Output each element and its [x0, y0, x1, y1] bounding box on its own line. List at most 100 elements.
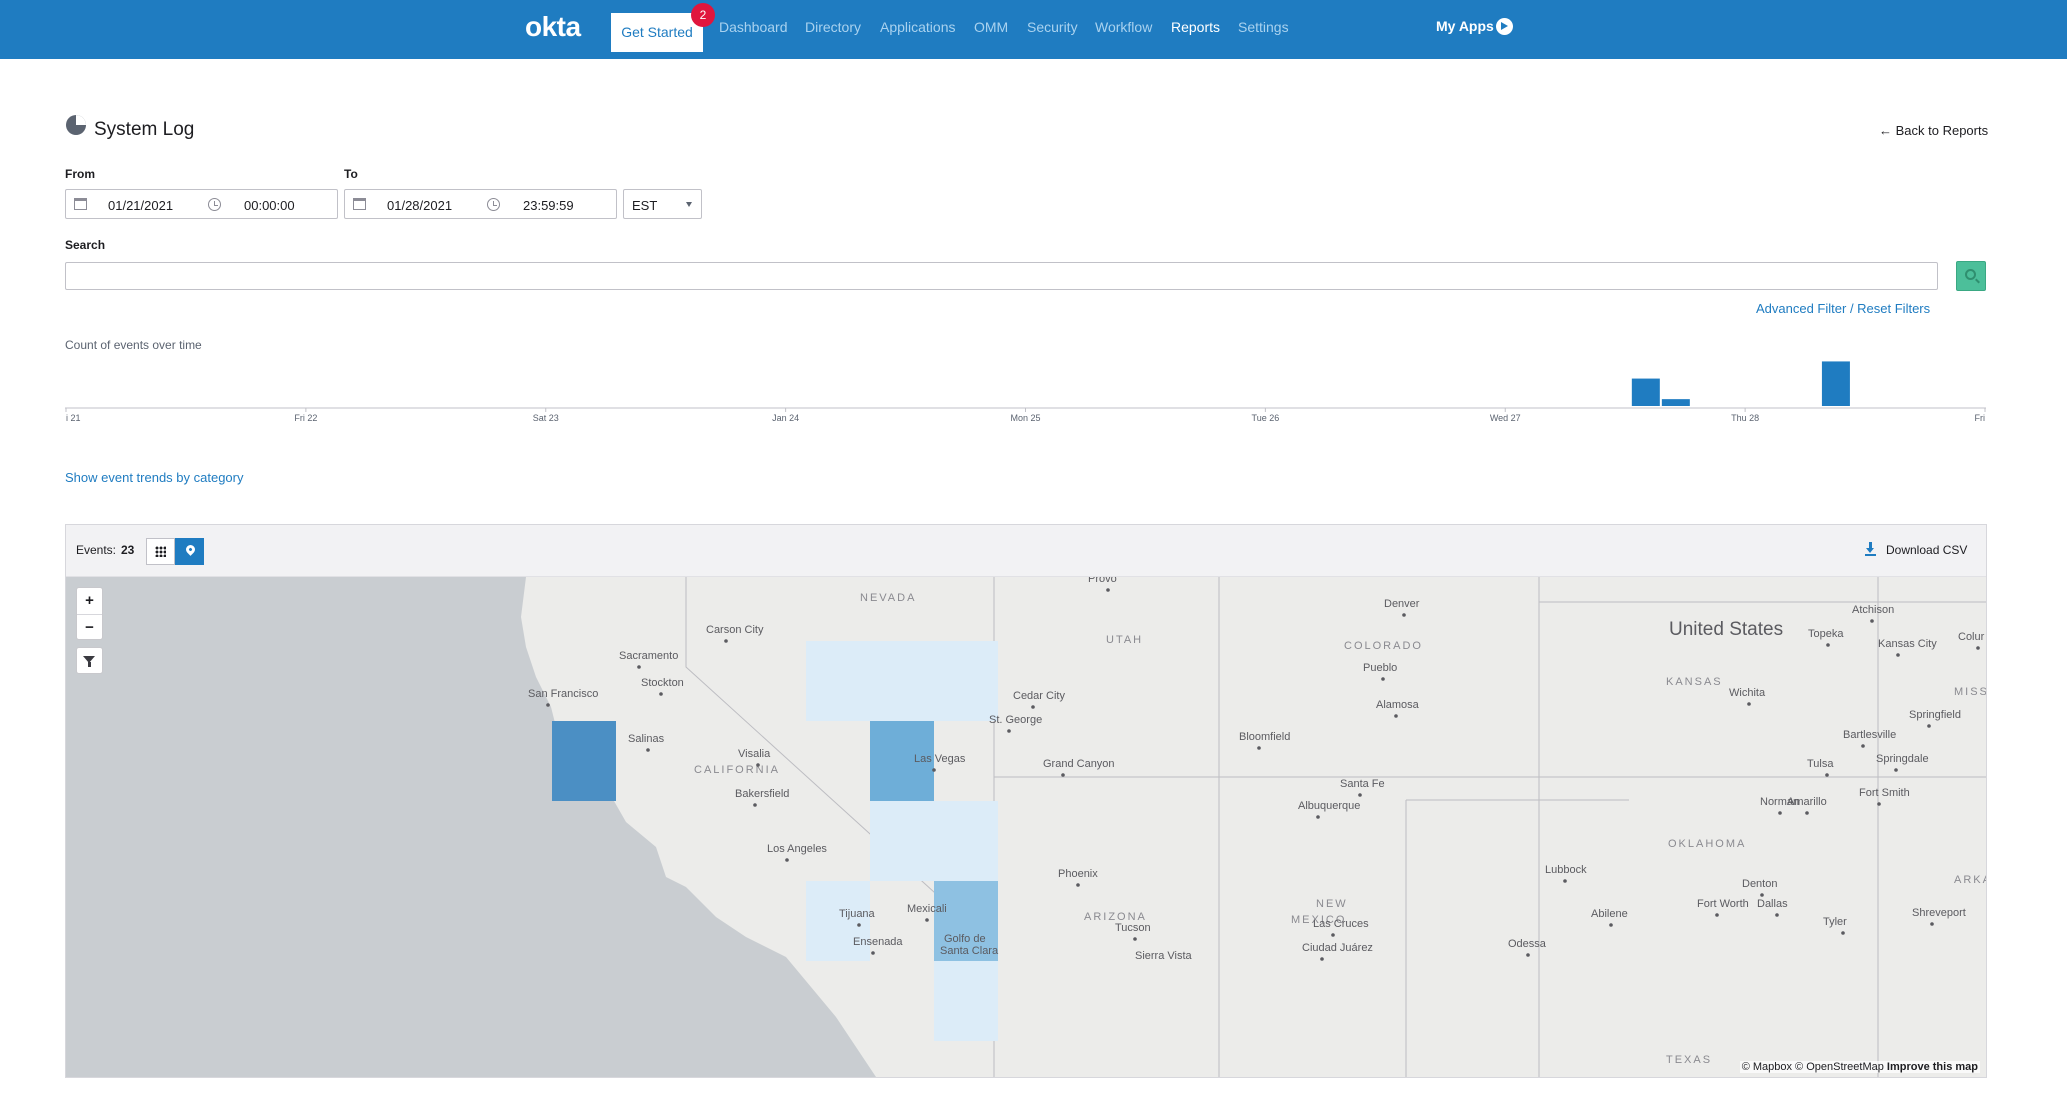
- calendar-icon: [74, 198, 87, 210]
- city-dot: [637, 665, 641, 669]
- city-label: Tulsa: [1807, 758, 1834, 770]
- histogram-tick-label: Sat 23: [533, 413, 559, 423]
- nav-dashboard[interactable]: Dashboard: [719, 19, 788, 35]
- heat-cell[interactable]: [934, 961, 998, 1041]
- event-map[interactable]: NEVADA UTAH COLORADO KANSAS MISSOU CALIFORNIA…: [66, 577, 1986, 1077]
- city-label: Ensenada: [853, 936, 903, 948]
- city-dot: [1826, 643, 1830, 647]
- city-dot: [1775, 913, 1779, 917]
- map-view-button[interactable]: [175, 538, 204, 565]
- city-label: Los Angeles: [767, 843, 827, 855]
- from-label: From: [65, 167, 95, 181]
- city-dot: [1257, 746, 1261, 750]
- city-label: Cedar City: [1013, 690, 1065, 702]
- table-view-button[interactable]: [146, 538, 175, 565]
- city-dot: [724, 639, 728, 643]
- city-label: Bakersfield: [735, 788, 789, 800]
- city-dot: [785, 858, 789, 862]
- from-date-value[interactable]: 01/21/2021: [108, 198, 173, 213]
- zoom-in-button[interactable]: +: [77, 588, 102, 614]
- city-label: Provo: [1088, 577, 1117, 585]
- map-filter-button[interactable]: [76, 647, 103, 674]
- city-dot: [871, 951, 875, 955]
- city-dot: [1402, 613, 1406, 617]
- attribution-text[interactable]: © Mapbox © OpenStreetMap: [1742, 1061, 1884, 1073]
- to-date-value[interactable]: 01/28/2021: [387, 198, 452, 213]
- heat-cell[interactable]: [870, 801, 934, 881]
- city-dot: [1760, 893, 1764, 897]
- search-button[interactable]: [1956, 261, 1986, 291]
- city-dot: [1877, 802, 1881, 806]
- reset-filters-link[interactable]: Reset Filters: [1857, 301, 1930, 316]
- map-canvas[interactable]: NEVADA UTAH COLORADO KANSAS MISSOU CALIFORNIA…: [66, 577, 1986, 1077]
- histogram-bar[interactable]: [1821, 361, 1850, 406]
- city-label: Mexicali: [907, 903, 947, 915]
- nav-workflow[interactable]: Workflow: [1095, 19, 1152, 35]
- city-dot: [753, 803, 757, 807]
- get-started-button[interactable]: Get Started: [611, 13, 703, 52]
- zoom-control: + −: [76, 587, 103, 640]
- show-event-trends-link[interactable]: Show event trends by category: [65, 470, 244, 485]
- histogram-bar[interactable]: [1661, 399, 1690, 406]
- histogram-bar[interactable]: [1631, 378, 1660, 406]
- city-label: Lubbock: [1545, 864, 1587, 876]
- timezone-value: EST: [632, 198, 658, 213]
- city-dot: [1930, 922, 1934, 926]
- top-nav: okta Get Started 2 Dashboard Directory A…: [0, 0, 2067, 59]
- city-dot: [1825, 773, 1829, 777]
- city-dot: [932, 768, 936, 772]
- nav-settings[interactable]: Settings: [1238, 19, 1289, 35]
- nav-reports[interactable]: Reports: [1171, 19, 1220, 35]
- nav-directory[interactable]: Directory: [805, 19, 861, 35]
- back-to-reports-link[interactable]: ← Back to Reports: [1879, 123, 1988, 138]
- to-datetime-field[interactable]: 01/28/2021 23:59:59: [344, 189, 617, 219]
- nav-security[interactable]: Security: [1027, 19, 1078, 35]
- state-label: ARKAN: [1954, 874, 1986, 886]
- advanced-filter-link[interactable]: Advanced Filter: [1756, 301, 1846, 316]
- city-label: Golfo de: [944, 933, 986, 945]
- heat-cell[interactable]: [870, 641, 934, 721]
- heat-cell[interactable]: [934, 641, 998, 721]
- city-label: Pueblo: [1363, 662, 1397, 674]
- city-dot: [925, 918, 929, 922]
- heat-cell[interactable]: [806, 881, 870, 961]
- city-label: Fort Worth: [1697, 898, 1749, 910]
- improve-map-link[interactable]: Improve this map: [1887, 1061, 1978, 1073]
- search-label: Search: [65, 238, 106, 252]
- download-icon-base: [1865, 554, 1876, 556]
- city-label: Grand Canyon: [1043, 758, 1115, 770]
- city-dot: [1870, 619, 1874, 623]
- heat-cell[interactable]: [934, 801, 998, 881]
- nav-applications[interactable]: Applications: [880, 19, 956, 35]
- search-input[interactable]: [65, 262, 1938, 290]
- city-label: Santa Fe: [1340, 778, 1385, 790]
- my-apps-link[interactable]: My Apps: [1436, 18, 1494, 34]
- city-dot: [1320, 957, 1324, 961]
- city-label: Tyler: [1823, 916, 1847, 928]
- histogram-tick-label: Mon 25: [1010, 413, 1040, 423]
- from-time-value[interactable]: 00:00:00: [244, 198, 295, 213]
- city-label: Las Vegas: [914, 753, 966, 765]
- city-label: Denton: [1742, 878, 1777, 890]
- heat-cell[interactable]: [806, 641, 870, 721]
- to-time-value[interactable]: 23:59:59: [523, 198, 574, 213]
- city-dot: [546, 703, 550, 707]
- city-label: Topeka: [1808, 628, 1844, 640]
- arrow-circle-right-icon[interactable]: [1496, 18, 1513, 35]
- heat-cell[interactable]: [552, 721, 616, 801]
- okta-logo[interactable]: okta: [525, 11, 581, 43]
- state-label: NEVADA: [860, 592, 916, 604]
- events-label: Events:: [76, 543, 117, 557]
- grid-icon: [155, 546, 166, 557]
- zoom-out-button[interactable]: −: [77, 615, 102, 641]
- city-label: San Francisco: [528, 688, 598, 700]
- state-label: OKLAHOMA: [1668, 838, 1746, 850]
- city-label: Las Cruces: [1313, 918, 1369, 930]
- nav-omm[interactable]: OMM: [974, 19, 1008, 35]
- city-dot: [1381, 677, 1385, 681]
- city-label: Kansas City: [1878, 638, 1937, 650]
- from-datetime-field[interactable]: 01/21/2021 00:00:00: [65, 189, 338, 219]
- city-dot: [1007, 729, 1011, 733]
- timezone-select[interactable]: EST: [623, 189, 702, 219]
- download-csv-button[interactable]: Download CSV: [1886, 543, 1967, 557]
